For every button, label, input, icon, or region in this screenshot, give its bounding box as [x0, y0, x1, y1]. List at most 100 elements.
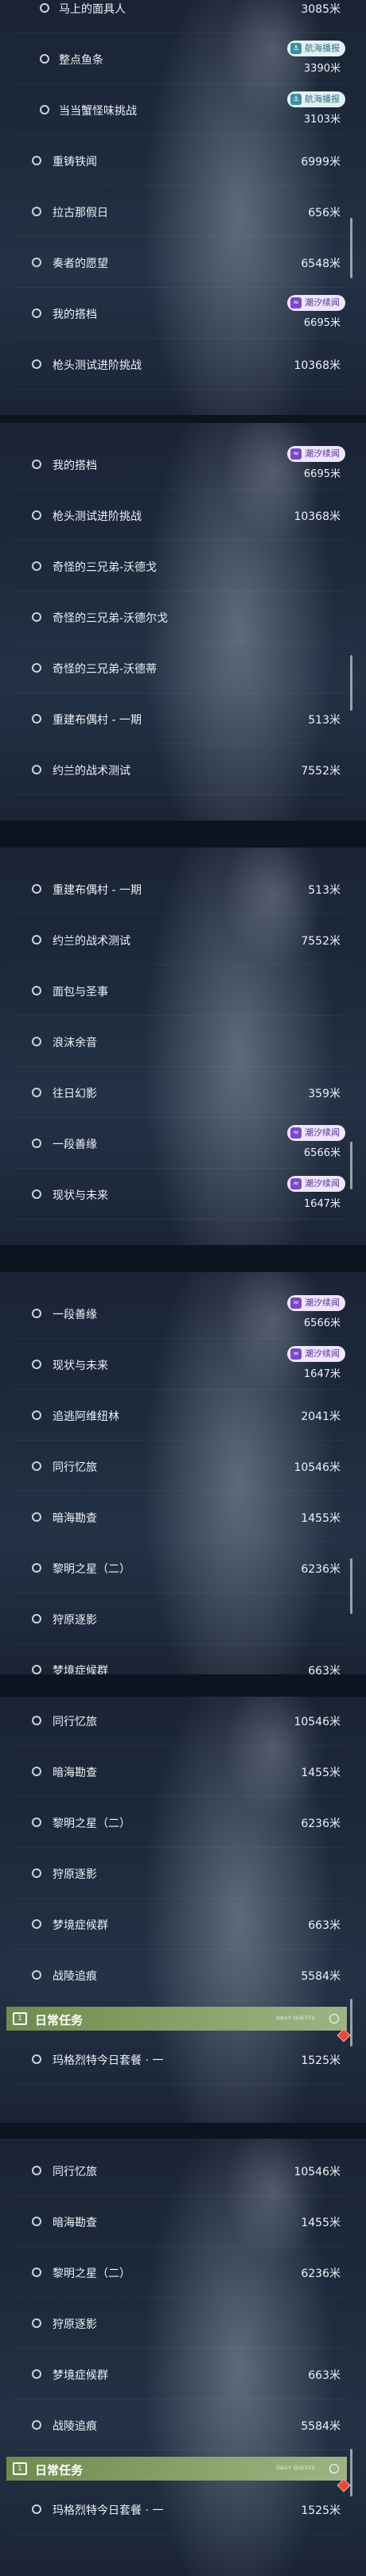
screen-separator	[0, 1674, 366, 1697]
row-divider	[14, 2246, 348, 2247]
quest-panel: 重建布偶村 - 一期 513米 约兰的战术测试 7552米 面包与圣事 浪沫余音 往日幻影 3…	[0, 848, 366, 1245]
row-divider	[14, 1796, 348, 1797]
wave-icon: ≈	[290, 1348, 302, 1360]
quest-row[interactable]: 奇怪的三兄弟-沃德尔戈	[0, 593, 366, 642]
quest-row[interactable]: 黎明之星（二） 6236米	[0, 2248, 366, 2298]
scrollbar-thumb[interactable]	[350, 218, 352, 278]
quest-row[interactable]: 枪头测试进阶挑战 10368米	[0, 491, 366, 541]
scrollbar-thumb[interactable]	[350, 1558, 352, 1614]
quest-row[interactable]: 梦境症候群 663米	[0, 2350, 366, 2399]
quest-row[interactable]: 约兰的战术测试 7552米	[0, 916, 366, 965]
quest-row[interactable]: 往日幻影 359米	[0, 1069, 366, 1118]
collapse-indicator-icon[interactable]	[329, 2014, 339, 2023]
quest-row[interactable]: 同行忆旅 10546米	[0, 1442, 366, 1492]
quest-distance: 2041米	[301, 1410, 341, 1423]
quest-panel: 同行忆旅 10546米 暗海勘查 1455米 黎明之星（二） 6236米 狩原逐影 梦境症候群…	[0, 1697, 366, 2123]
quest-row[interactable]: 战陵追痕 5584米	[0, 1951, 366, 2000]
quest-row[interactable]: 梦境症候群 663米	[0, 1900, 366, 1949]
collapse-indicator-icon[interactable]	[329, 2464, 339, 2473]
circle-status-icon	[32, 1360, 41, 1369]
quest-distance: 6236米	[301, 2268, 341, 2280]
quest-row[interactable]: 奇怪的三兄弟-沃德戈	[0, 542, 366, 592]
screen-separator	[0, 415, 366, 423]
quest-row[interactable]: 一段善缘 ≈ 潮汐续闻 6566米	[0, 1119, 366, 1169]
quest-row[interactable]: 马上的面具人 3085米	[0, 0, 366, 33]
row-divider	[14, 2534, 348, 2535]
tide-news-badge: ≈ 潮汐续闻	[287, 1295, 345, 1311]
quest-row[interactable]: 黎明之星（二） 6236米	[0, 1544, 366, 1593]
quest-row[interactable]: 枪头测试进阶挑战 10368米	[0, 340, 366, 390]
circle-status-icon	[32, 663, 41, 673]
row-divider	[14, 692, 348, 693]
daily-quests-header[interactable]: 1 日常任务 DAILY QUESTS	[6, 2007, 347, 2031]
daily-calendar-icon: 1	[13, 2012, 27, 2025]
quest-row[interactable]: 重建布偶村 - 一期 513米	[0, 695, 366, 744]
quest-row[interactable]: 狩原逐影	[0, 1595, 366, 1644]
quest-row[interactable]: 狩原逐影	[0, 1849, 366, 1899]
quest-title: 一段善缘	[53, 1309, 97, 1321]
circle-status-icon	[32, 156, 41, 165]
quest-row[interactable]: 当当蟹怪味挑战 ⚓ 航海播报 3103米	[0, 86, 366, 135]
badge-label: 航海播报	[305, 94, 340, 104]
quest-title: 奇怪的三兄弟-沃德尔戈	[53, 612, 169, 625]
quest-panel: 一段善缘 ≈ 潮汐续闻 6566米 现状与未来 ≈ 潮汐续闻 1647米 追逃阿维纽林 2041米…	[0, 1272, 366, 1674]
quest-row[interactable]: 拉古那假日 656米	[0, 188, 366, 237]
quest-row[interactable]: 重建布偶村 - 一期 513米	[0, 865, 366, 914]
quest-title: 玛格烈特今日套餐 · 一	[53, 2504, 164, 2517]
quest-row[interactable]: 浪沫余音	[0, 1018, 366, 1067]
screen-separator	[0, 1245, 366, 1272]
quest-row[interactable]: 奏者的愿望 6548米	[0, 239, 366, 288]
quest-row[interactable]: 暗海勘查 1455米	[0, 1748, 366, 1797]
quest-distance: 663米	[308, 1919, 341, 1932]
quest-row[interactable]: 重铸铁闻 6999米	[0, 137, 366, 186]
quest-row[interactable]: 玛格烈特今日套餐 · 一 1525米	[0, 2035, 366, 2085]
badge-label: 潮汐续闻	[305, 1127, 340, 1138]
row-divider	[14, 2084, 348, 2085]
scrollbar-thumb[interactable]	[350, 1142, 352, 1189]
quest-row[interactable]: 狩原逐影	[0, 2299, 366, 2349]
quest-row[interactable]: 黎明之星（二） 6236米	[0, 1798, 366, 1848]
circle-status-icon	[32, 1665, 41, 1674]
quest-row[interactable]: 整点鱼条 ⚓ 航海播报 3390米	[0, 35, 366, 84]
quest-row[interactable]: 暗海勘查 1455米	[0, 1493, 366, 1542]
quest-row[interactable]: 同行忆旅 10546米	[0, 1697, 366, 1746]
quest-title: 狩原逐影	[53, 1614, 97, 1627]
quest-title: 战陵追痕	[53, 2420, 97, 2433]
quest-title: 暗海勘查	[53, 1767, 97, 1779]
quest-row[interactable]: 我的搭档 ≈ 潮汐续闻 6695米	[0, 440, 366, 490]
circle-status-icon	[32, 1189, 41, 1199]
quest-row[interactable]: 同行忆旅 10546米	[0, 2147, 366, 2196]
quest-title: 黎明之星（二）	[53, 2268, 130, 2280]
quest-row[interactable]: 现状与未来 ≈ 潮汐续闻 1647米	[0, 1340, 366, 1390]
quest-row[interactable]: 奇怪的三兄弟-沃德蒂	[0, 644, 366, 693]
quest-row[interactable]: 追逃阿维纽林 2041米	[0, 1391, 366, 1441]
quest-row[interactable]: 我的搭档 ≈ 潮汐续闻 6695米	[0, 289, 366, 339]
daily-quests-header[interactable]: 1 日常任务 DAILY QUESTS	[6, 2457, 347, 2481]
quest-row[interactable]: 梦境症候群 663米	[0, 1646, 366, 1674]
circle-status-icon	[32, 884, 41, 894]
scrollbar-thumb[interactable]	[350, 2449, 352, 2496]
quest-distance: 10546米	[294, 1716, 341, 1728]
circle-status-icon	[32, 1309, 41, 1318]
quest-row[interactable]: 暗海勘查 1455米	[0, 2198, 366, 2247]
scrollbar-thumb[interactable]	[350, 1999, 352, 2046]
quest-title: 马上的面具人	[59, 3, 126, 16]
circle-status-icon	[32, 2369, 41, 2379]
scrollbar-thumb[interactable]	[350, 655, 352, 711]
quest-row[interactable]: 一段善缘 ≈ 潮汐续闻 6566米	[0, 1290, 366, 1339]
quest-row[interactable]: 玛格烈特今日套餐 · 一 1525米	[0, 2485, 366, 2535]
quest-list-screens: 马上的面具人 3085米 整点鱼条 ⚓ 航海播报 3390米 当当蟹怪味挑战 ⚓ 航海播报 310…	[0, 0, 366, 2576]
quest-distance: 6236米	[301, 1818, 341, 1830]
circle-status-icon	[32, 765, 41, 774]
badge-label: 航海播报	[305, 43, 340, 53]
quest-row[interactable]: 战陵追痕 5584米	[0, 2401, 366, 2450]
badge-label: 潮汐续闻	[305, 448, 340, 459]
quest-row[interactable]: 现状与未来 ≈ 潮汐续闻 1647米	[0, 1170, 366, 1220]
quest-row[interactable]: 面包与圣事	[0, 967, 366, 1016]
quest-row[interactable]: 约兰的战术测试 7552米	[0, 746, 366, 795]
quest-title: 黎明之星（二）	[53, 1563, 130, 1576]
row-divider	[14, 1015, 348, 1016]
quest-title: 重建布偶村 - 一期	[53, 714, 142, 727]
row-divider	[14, 743, 348, 744]
row-divider	[14, 134, 348, 135]
